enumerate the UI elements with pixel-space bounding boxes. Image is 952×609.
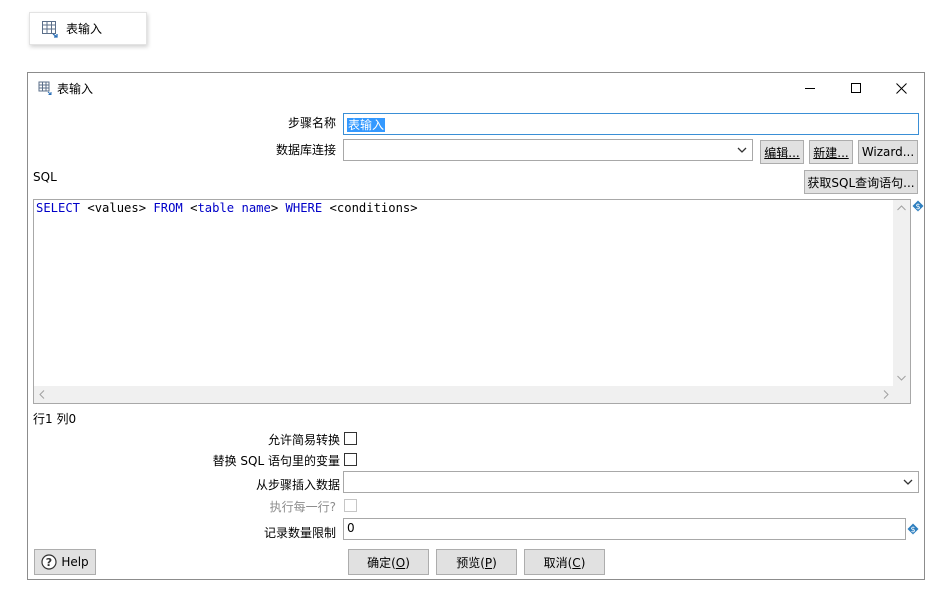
sql-text: > [270, 201, 286, 215]
new-connection-label: 新建... [813, 145, 849, 160]
ok-text: 确定( [367, 555, 396, 570]
variable-icon: $ [907, 523, 919, 535]
ok-close-paren: ) [405, 555, 410, 570]
sql-keyword: FROM [153, 201, 183, 215]
limit-label: 记录数量限制 [263, 526, 336, 540]
maximize-icon [851, 83, 861, 93]
close-button[interactable] [878, 73, 924, 103]
preview-text: 预览( [456, 555, 485, 570]
execute-each-row-checkbox[interactable] [344, 499, 357, 512]
wizard-label: Wizard... [861, 145, 915, 159]
lazy-conversion-label: 允许简易转换 [267, 433, 340, 447]
cancel-accelerator: C [572, 555, 581, 570]
insert-from-step-select[interactable] [343, 471, 919, 493]
ok-label: 确定(O) [367, 554, 410, 571]
preview-close-paren: ) [492, 555, 497, 570]
sql-label: SQL [33, 170, 57, 184]
scroll-left-icon[interactable] [39, 390, 45, 399]
scroll-down-icon[interactable] [897, 375, 906, 381]
minimize-icon [805, 88, 815, 89]
sql-text: <values> [80, 201, 154, 215]
help-button[interactable]: ? Help [34, 549, 96, 575]
insert-from-step-label: 从步骤插入数据 [255, 478, 340, 492]
ok-button[interactable]: 确定(O) [348, 549, 429, 575]
dialog-title: 表输入 [57, 82, 94, 96]
replace-variables-checkbox[interactable] [344, 453, 357, 466]
step-name-value: 表输入 [347, 118, 386, 132]
preview-label: 预览(P) [456, 554, 497, 571]
close-icon [895, 82, 907, 94]
chevron-down-icon [737, 147, 747, 153]
minimize-button[interactable] [787, 73, 833, 103]
db-connection-label: 数据库连接 [275, 143, 336, 157]
sql-editor[interactable]: SELECT <values> FROM <table name> WHERE … [33, 199, 911, 404]
db-connection-select[interactable] [343, 139, 753, 161]
cancel-text: 取消( [543, 555, 573, 570]
help-label: Help [61, 555, 89, 569]
title-bar[interactable]: 表输入 [28, 73, 924, 103]
step-node-label: 表输入 [66, 22, 103, 36]
chevron-down-icon [903, 479, 913, 485]
sql-keyword: table [197, 201, 235, 215]
variable-icon: $ [912, 200, 924, 212]
maximize-button[interactable] [833, 73, 879, 103]
svg-text:$: $ [915, 202, 920, 211]
scroll-right-icon[interactable] [883, 390, 889, 399]
vertical-scrollbar[interactable] [893, 200, 910, 386]
ok-accelerator: O [395, 555, 406, 570]
limit-value: 0 [347, 521, 355, 535]
edit-connection-button[interactable]: 编辑... [760, 140, 804, 164]
help-icon: ? [41, 554, 57, 570]
get-sql-query-button[interactable]: 获取SQL查询语句... [804, 170, 918, 194]
sql-keyword: WHERE [285, 201, 323, 215]
table-input-icon [41, 20, 59, 38]
table-input-dialog: 表输入 步骤名称 表输入 数据库连接 编辑... 新建... Wizard...… [27, 72, 925, 580]
get-sql-query-label: 获取SQL查询语句... [807, 175, 915, 190]
table-input-icon [38, 81, 52, 95]
step-name-label: 步骤名称 [287, 116, 336, 130]
wizard-button[interactable]: Wizard... [858, 140, 918, 164]
svg-text:?: ? [46, 556, 52, 569]
sql-code: SELECT <values> FROM <table name> WHERE … [36, 201, 418, 215]
sql-keyword: name [241, 201, 271, 215]
limit-input[interactable]: 0 [343, 518, 906, 540]
execute-each-row-label: 执行每一行? [269, 500, 336, 514]
replace-variables-label: 替换 SQL 语句里的变量 [212, 454, 340, 468]
lazy-conversion-checkbox[interactable] [344, 432, 357, 445]
cursor-position-status: 行1 列0 [33, 412, 77, 426]
sql-keyword: SELECT [36, 201, 81, 215]
sql-text: < [182, 201, 198, 215]
cancel-button[interactable]: 取消(C) [524, 549, 605, 575]
new-connection-button[interactable]: 新建... [809, 140, 853, 164]
scrollbar-corner [893, 386, 910, 403]
step-name-input[interactable]: 表输入 [343, 113, 919, 135]
cancel-label: 取消(C) [544, 554, 586, 571]
svg-text:$: $ [910, 525, 915, 534]
sql-text: <conditions> [322, 201, 418, 215]
scroll-up-icon[interactable] [897, 205, 906, 211]
edit-connection-label: 编辑... [764, 145, 800, 160]
cancel-close-paren: ) [580, 555, 586, 570]
horizontal-scrollbar[interactable] [34, 386, 894, 403]
preview-button[interactable]: 预览(P) [436, 549, 517, 575]
table-input-step-node[interactable]: 表输入 [29, 12, 147, 45]
